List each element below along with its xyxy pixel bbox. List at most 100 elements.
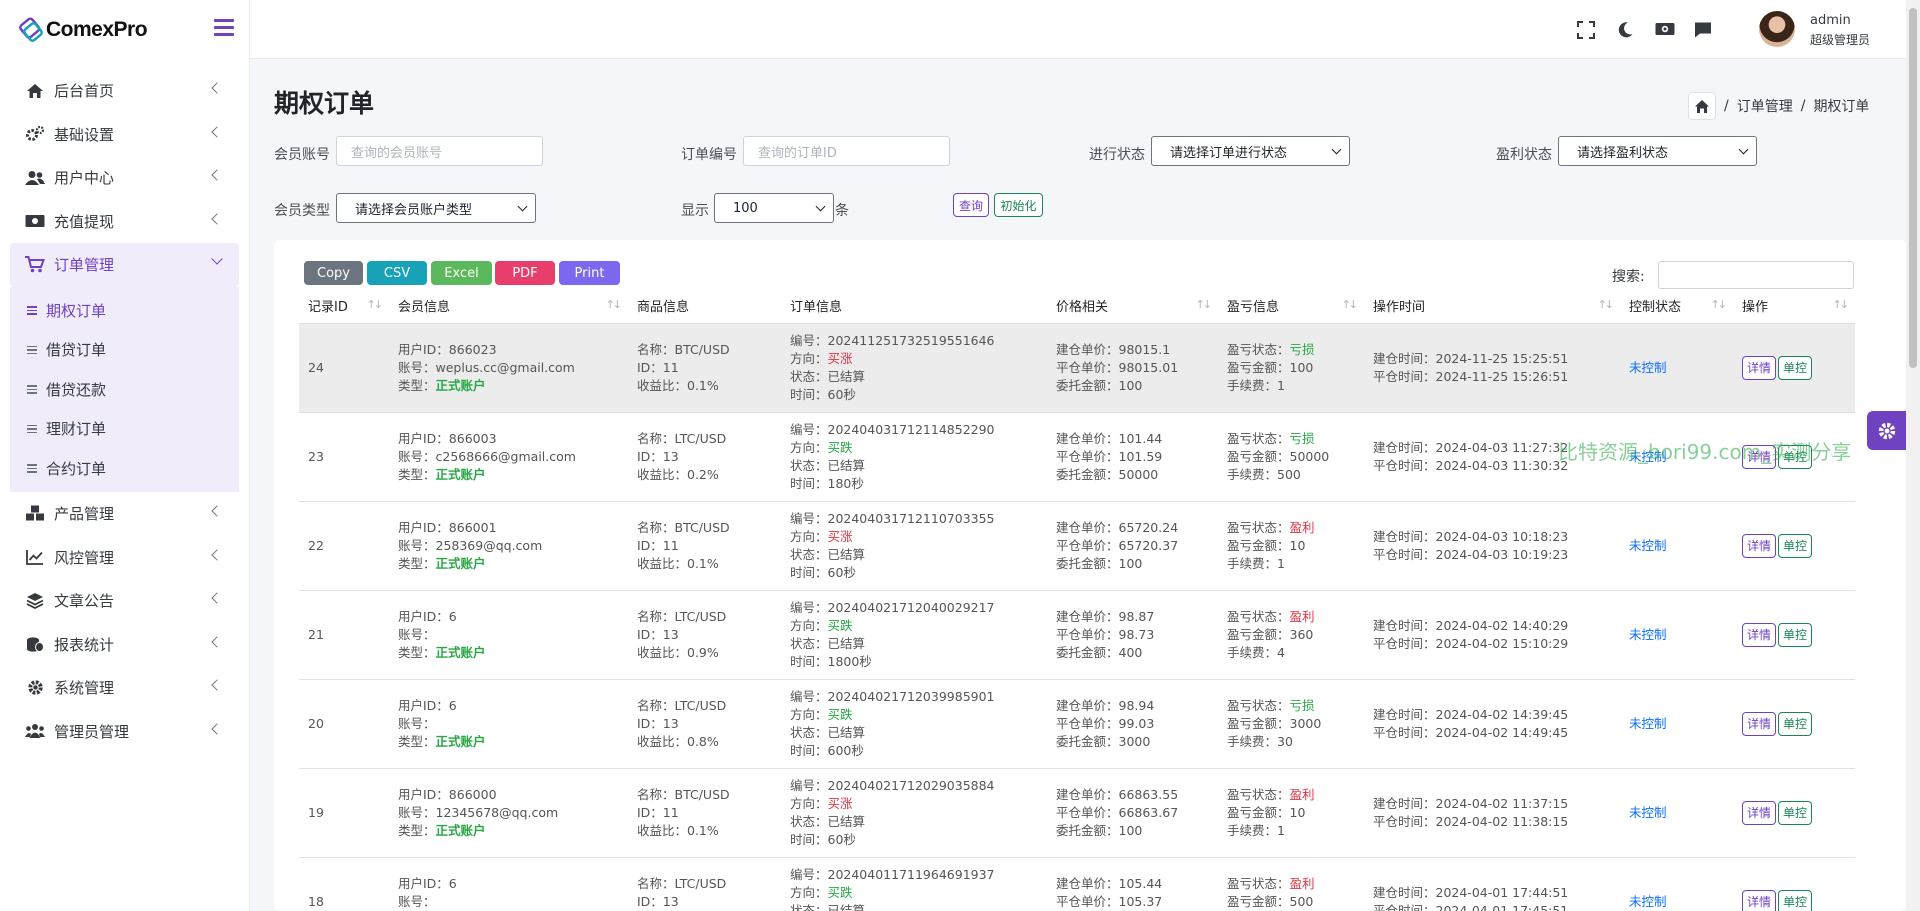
detail-button[interactable]: 详情 — [1742, 889, 1777, 911]
sidebar-item-admins[interactable]: 管理员管理 — [0, 710, 249, 754]
print-button[interactable]: Print — [559, 261, 620, 285]
moon-icon[interactable] — [1616, 21, 1634, 39]
table-row[interactable]: 22 用户ID：866001 账号：258369@qq.com 类型：正式账户 名称：B… — [299, 501, 1855, 591]
chevron-icon — [211, 679, 223, 691]
col-header[interactable]: 控制状态 ↑↓ — [1620, 289, 1733, 324]
sidebar-item-users[interactable]: 用户中心 — [0, 156, 249, 200]
sort-icon: ↑↓ — [1832, 298, 1850, 311]
pl-status-label: 盈亏状态： — [1227, 519, 1290, 535]
submenu-loan-repayment[interactable]: 借贷还款 — [10, 370, 239, 410]
chat-icon[interactable] — [1694, 21, 1712, 39]
submenu-contract-orders[interactable]: 合约订单 — [10, 449, 239, 489]
cell-goods: 名称：LTC/USD ID：13 收益比：0.9% — [628, 590, 781, 680]
settings-gear-icon[interactable] — [1867, 411, 1906, 450]
col-header[interactable]: 记录ID ↑↓ — [299, 289, 389, 324]
price-close: 平仓单价：105.37 — [1056, 893, 1163, 909]
show-unit: 条 — [835, 203, 849, 219]
pdf-button[interactable]: PDF — [495, 261, 555, 285]
status-select[interactable]: 请选择订单进行状态 — [1151, 136, 1350, 166]
sidebar-item-recharge[interactable]: 充值提现 — [0, 200, 249, 244]
col-header[interactable]: 商品信息 — [628, 289, 781, 324]
submenu-loan-orders[interactable]: 借贷订单 — [10, 330, 239, 370]
detail-button[interactable]: 详情 — [1742, 355, 1777, 380]
price-close: 平仓单价：98015.01 — [1056, 359, 1179, 375]
breadcrumb-item[interactable]: 订单管理 — [1737, 96, 1793, 116]
avatar[interactable] — [1759, 11, 1795, 47]
col-header[interactable]: 价格相关 ↑↓ — [1047, 289, 1218, 324]
pl-status-value: 盈利 — [1289, 875, 1315, 891]
menu-toggle-icon[interactable] — [214, 19, 234, 37]
sidebar-item-system[interactable]: 系统管理 — [0, 666, 249, 710]
col-header[interactable]: 盈亏信息 ↑↓ — [1218, 289, 1364, 324]
scrollbar-thumb[interactable] — [1909, 8, 1917, 368]
submenu-option-orders[interactable]: 期权订单 — [10, 291, 239, 331]
cubes-icon — [24, 504, 46, 524]
fullscreen-icon[interactable] — [1577, 21, 1595, 39]
price-close: 平仓单价：99.03 — [1056, 715, 1155, 731]
goods-rate: 收益比：0.9% — [637, 644, 719, 660]
copy-button[interactable]: Copy — [304, 261, 363, 285]
user-name[interactable]: admin — [1810, 13, 1851, 28]
time-close: 平仓时间：2024-04-01 17:45:51 — [1373, 902, 1569, 911]
brand[interactable]: ComexPro — [0, 0, 249, 59]
table-row[interactable]: 24 用户ID：866023 账号：weplus.cc@gmail.com 类型：正式… — [299, 323, 1855, 413]
member-type-select[interactable]: 请选择会员账户类型 — [336, 193, 536, 223]
home-icon[interactable] — [1688, 92, 1716, 120]
cell-control: 未控制 — [1620, 768, 1733, 858]
page-size-select[interactable]: 100 — [714, 193, 834, 223]
detail-button[interactable]: 详情 — [1742, 622, 1777, 647]
single-control-button[interactable]: 单控 — [1778, 622, 1813, 647]
sidebar-item-orders[interactable]: 订单管理 — [10, 243, 239, 287]
vertical-scrollbar[interactable] — [1906, 0, 1920, 911]
query-button[interactable]: 查询 — [953, 193, 989, 217]
detail-button[interactable]: 详情 — [1742, 800, 1777, 825]
sidebar-item-settings[interactable]: 基础设置 — [0, 113, 249, 157]
cell-price: 建仓单价：98.87 平仓单价：98.73 委托金额：400 — [1047, 590, 1218, 680]
single-control-button[interactable]: 单控 — [1778, 533, 1813, 558]
money-icon[interactable] — [1655, 21, 1675, 39]
cell-member: 用户ID：866000 账号：12345678@qq.com 类型：正式账户 — [389, 768, 628, 858]
single-control-button[interactable]: 单控 — [1778, 355, 1813, 380]
time-open: 建仓时间：2024-04-02 14:40:29 — [1373, 617, 1569, 633]
cell-pl: 盈亏状态：亏损 盈亏金额：3000 手续费：30 — [1218, 679, 1364, 769]
pl-status-label: 盈亏状态： — [1227, 430, 1290, 446]
sidebar-item-label: 用户中心 — [54, 169, 115, 188]
col-header[interactable]: 操作时间 ↑↓ — [1364, 289, 1620, 324]
single-control-button[interactable]: 单控 — [1778, 889, 1813, 911]
search-label: 搜索: — [1612, 269, 1645, 285]
cell-id: 24 — [299, 323, 389, 413]
sort-icon: ↑↓ — [1195, 298, 1213, 311]
order-time: 时间：60秒 — [790, 564, 856, 580]
single-control-button[interactable]: 单控 — [1778, 800, 1813, 825]
cell-id: 19 — [299, 768, 389, 858]
order-no-input[interactable]: 查询的订单ID — [743, 136, 950, 166]
table-row[interactable]: 20 用户ID：6 账号： 类型：正式账户 名称：LTC/USD ID：13 收益比：0.8… — [299, 679, 1855, 769]
sidebar-item-articles[interactable]: 文章公告 — [0, 579, 249, 623]
col-header[interactable]: 会员信息 ↑↓ — [389, 289, 628, 324]
sidebar-item-risk[interactable]: 风控管理 — [0, 536, 249, 580]
member-account-input[interactable]: 查询的会员账号 — [336, 136, 543, 166]
sidebar-item-dashboard[interactable]: 后台首页 — [0, 69, 249, 113]
reset-button[interactable]: 初始化 — [994, 193, 1043, 217]
home-icon — [24, 81, 46, 101]
table-row[interactable]: 19 用户ID：866000 账号：12345678@qq.com 类型：正式账户 名称… — [299, 768, 1855, 858]
col-header[interactable]: 订单信息 — [781, 289, 1047, 324]
goods-name: 名称：LTC/USD — [637, 875, 727, 891]
profit-select[interactable]: 请选择盈利状态 — [1558, 136, 1757, 166]
col-header[interactable]: 操作 ↑↓ — [1733, 289, 1855, 324]
submenu-label: 期权订单 — [46, 301, 107, 320]
detail-button[interactable]: 详情 — [1742, 711, 1777, 736]
member-type-label: 类型： — [398, 733, 436, 749]
table-row[interactable]: 21 用户ID：6 账号： 类型：正式账户 名称：LTC/USD ID：13 收益比：0.9… — [299, 590, 1855, 680]
table-row[interactable]: 18用户ID：6账号：类型：正式账户名称：LTC/USDID：13收益比：0.5… — [299, 857, 1855, 911]
search-input[interactable] — [1658, 261, 1854, 289]
member-uid: 用户ID：6 — [398, 875, 457, 891]
cell-id: 18 — [299, 857, 389, 911]
csv-button[interactable]: CSV — [367, 261, 427, 285]
sidebar-item-products[interactable]: 产品管理 — [0, 492, 249, 536]
excel-button[interactable]: Excel — [431, 261, 492, 285]
detail-button[interactable]: 详情 — [1742, 533, 1777, 558]
single-control-button[interactable]: 单控 — [1778, 711, 1813, 736]
submenu-finance-orders[interactable]: 理财订单 — [10, 409, 239, 449]
sidebar-item-reports[interactable]: 报表统计 — [0, 623, 249, 667]
